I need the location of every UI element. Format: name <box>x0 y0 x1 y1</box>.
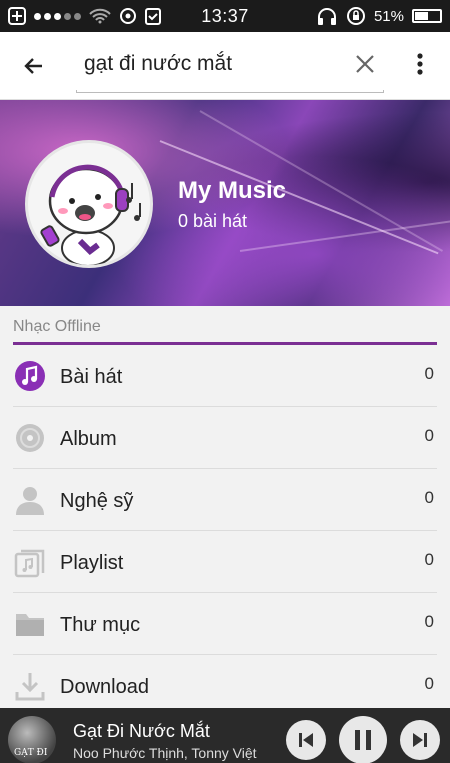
status-bar: 13:37 51% <box>0 0 450 32</box>
pause-icon <box>355 730 371 750</box>
search-input[interactable]: gạt đi nước mắt <box>84 52 232 76</box>
list-item-label: Bài hát <box>60 366 123 388</box>
list-item-label: Album <box>60 428 117 450</box>
settings-icon <box>120 8 136 24</box>
close-icon <box>356 55 374 73</box>
avatar[interactable] <box>25 140 153 268</box>
more-vert-icon <box>417 53 423 75</box>
list-item-artists[interactable]: Nghệ sỹ 0 <box>0 469 450 531</box>
previous-button[interactable] <box>286 720 326 760</box>
folder-icon <box>14 608 46 640</box>
list-item-songs[interactable]: Bài hát 0 <box>0 345 450 407</box>
list-item-count: 0 <box>424 488 434 507</box>
search-underline <box>76 90 384 93</box>
more-options-button[interactable] <box>404 48 436 80</box>
list-item-label: Nghệ sỹ <box>60 490 134 512</box>
banner-song-count: 0 bài hát <box>178 211 248 231</box>
back-button[interactable] <box>16 48 52 84</box>
download-icon <box>14 670 46 702</box>
battery-icon <box>412 9 442 23</box>
list-item-count: 0 <box>424 426 434 445</box>
skip-previous-icon <box>299 733 313 747</box>
list-item-playlist[interactable]: Playlist 0 <box>0 531 450 593</box>
song-title: Gạt Đi Nước Mắt <box>73 721 210 741</box>
artist-icon <box>14 484 46 516</box>
list-item-count: 0 <box>424 612 434 631</box>
wifi-icon <box>89 8 111 24</box>
banner-title: My Music <box>178 177 287 204</box>
album-art[interactable]: GẠT ĐI <box>8 716 56 763</box>
playlist-icon <box>14 546 46 578</box>
mascot-icon <box>40 164 141 265</box>
skip-next-icon <box>413 733 427 747</box>
list-item-label: Playlist <box>60 552 124 574</box>
list-item-count: 0 <box>424 550 434 569</box>
list-item-label: Thư mục <box>60 614 141 636</box>
album-art-text: GẠT ĐI <box>14 748 48 758</box>
search-header: gạt đi nước mắt <box>0 32 450 100</box>
music-note-icon <box>14 360 46 392</box>
pause-button[interactable] <box>339 716 387 763</box>
section-label: Nhạc Offline <box>13 318 101 335</box>
list-item-folder[interactable]: Thư mục 0 <box>0 593 450 655</box>
clock: 13:37 <box>201 5 249 26</box>
list-item-count: 0 <box>424 674 434 693</box>
my-music-banner: My Music 0 bài hát <box>0 100 450 306</box>
disc-icon <box>14 422 46 454</box>
signal-icon <box>34 12 81 20</box>
clipboard-icon <box>145 8 161 25</box>
add-icon <box>8 7 26 25</box>
list-item-album[interactable]: Album 0 <box>0 407 450 469</box>
list-item-label: Download <box>60 676 149 698</box>
next-button[interactable] <box>400 720 440 760</box>
clear-search-button[interactable] <box>349 48 381 80</box>
headphones-icon <box>317 8 336 25</box>
song-artist: Noo Phước Thịnh, Tonny Việt <box>73 745 257 761</box>
battery-percent: 51% <box>373 7 404 25</box>
back-arrow-icon <box>24 58 42 74</box>
list-item-count: 0 <box>424 364 434 383</box>
mini-player[interactable]: GẠT ĐI Gạt Đi Nước Mắt Noo Phước Thịnh, … <box>0 708 450 763</box>
offline-music-list: Bài hát 0 Album 0 Nghệ sỹ 0 Playlist 0 T… <box>0 345 450 717</box>
rotation-lock-icon <box>346 7 365 25</box>
